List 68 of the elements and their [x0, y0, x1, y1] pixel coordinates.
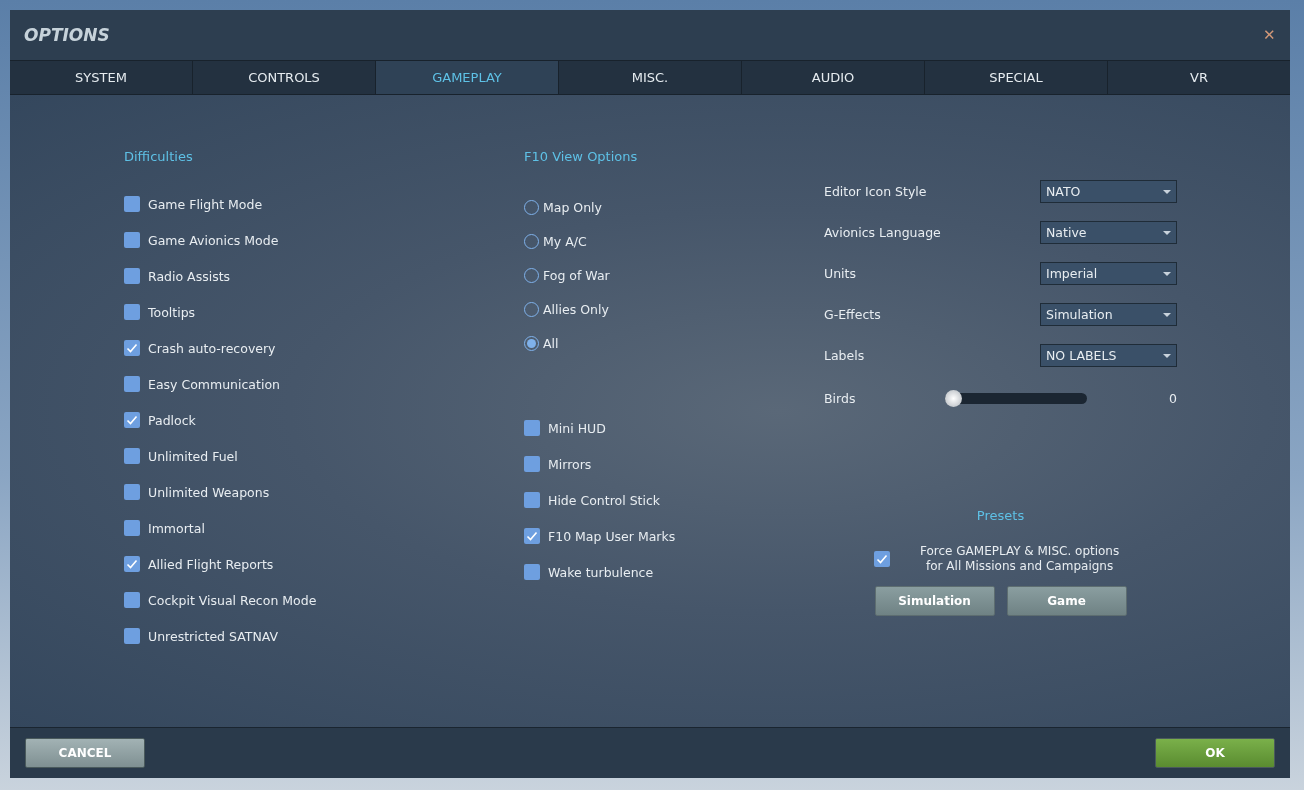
setting-label: Editor Icon Style — [824, 184, 927, 199]
radio-label: Allies Only — [543, 301, 609, 317]
setting-label: G-Effects — [824, 307, 881, 322]
checkbox-label: Mirrors — [548, 456, 592, 472]
checkbox-label: Radio Assists — [148, 268, 231, 284]
checkbox[interactable] — [124, 196, 140, 212]
checkbox[interactable] — [524, 564, 540, 580]
checkbox-label: Unlimited Fuel — [148, 448, 238, 464]
radio-label: Fog of War — [543, 267, 610, 283]
caret-icon — [1163, 312, 1171, 317]
checkbox-label: Cockpit Visual Recon Mode — [148, 592, 317, 608]
checkbox[interactable] — [524, 456, 540, 472]
caret-icon — [1163, 189, 1171, 194]
dropdown[interactable]: Native — [1040, 221, 1177, 244]
dropdown[interactable]: NATO — [1040, 180, 1177, 203]
section-heading: Difficulties — [124, 148, 194, 166]
window-title: OPTIONS — [24, 25, 110, 45]
checkbox[interactable] — [124, 556, 140, 572]
checkbox-label: Easy Communication — [148, 376, 280, 392]
caret-icon — [1163, 230, 1171, 235]
checkbox[interactable] — [124, 232, 140, 248]
checkbox[interactable] — [124, 592, 140, 608]
caret-icon — [1163, 353, 1171, 358]
radio-label: All — [543, 335, 559, 351]
checkbox-label: Unlimited Weapons — [148, 484, 270, 500]
section-heading: F10 View Options — [524, 148, 639, 166]
checkbox[interactable] — [524, 492, 540, 508]
checkbox-label: F10 Map User Marks — [548, 528, 676, 544]
setting-label: Birds — [824, 391, 856, 406]
checkbox-label: Crash auto-recovery — [148, 340, 276, 356]
checkbox[interactable] — [124, 412, 140, 428]
checkbox-label: Force GAMEPLAY & MISC. options — [920, 544, 1120, 559]
checkbox[interactable] — [124, 448, 140, 464]
checkbox[interactable] — [124, 628, 140, 644]
checkbox-label: Allied Flight Reports — [148, 556, 274, 572]
dropdown[interactable]: Simulation — [1040, 303, 1177, 326]
checkbox-label: Padlock — [148, 412, 196, 428]
setting-label: Labels — [824, 348, 865, 363]
radio-label: Map Only — [543, 199, 602, 215]
checkbox-label: Unrestricted SATNAV — [148, 628, 279, 644]
setting-label: Units — [824, 266, 856, 281]
checkbox[interactable] — [124, 520, 140, 536]
checkbox-label: Wake turbulence — [548, 564, 654, 580]
checkbox[interactable] — [524, 420, 540, 436]
checkbox-label: Game Flight Mode — [148, 196, 263, 212]
checkbox[interactable] — [124, 268, 140, 284]
slider-thumb[interactable] — [945, 390, 963, 407]
radio-label: My A/C — [543, 233, 587, 249]
caret-icon — [1163, 271, 1171, 276]
setting-label: Avionics Language — [824, 225, 941, 240]
checkbox[interactable] — [124, 484, 140, 500]
checkbox-label: for All Missions and Campaigns — [926, 559, 1114, 574]
checkbox[interactable] — [874, 551, 890, 567]
slider-value: 0 — [1168, 391, 1177, 406]
checkbox-label: Mini HUD — [548, 420, 606, 436]
close-button[interactable]: ✕ — [1263, 26, 1276, 44]
checkbox[interactable] — [124, 304, 140, 320]
checkbox[interactable] — [124, 340, 140, 356]
checkbox[interactable] — [524, 528, 540, 544]
checkbox-label: Hide Control Stick — [548, 492, 661, 508]
checkbox-label: Game Avionics Mode — [148, 232, 279, 248]
section-heading: Presets — [976, 507, 1025, 525]
checkbox-label: Tooltips — [148, 304, 196, 320]
tab[interactable]: GAMEPLAY — [376, 61, 559, 94]
dropdown[interactable]: Imperial — [1040, 262, 1177, 285]
dropdown[interactable]: NO LABELS — [1040, 344, 1177, 367]
checkbox-label: Immortal — [148, 520, 205, 536]
checkbox[interactable] — [124, 376, 140, 392]
